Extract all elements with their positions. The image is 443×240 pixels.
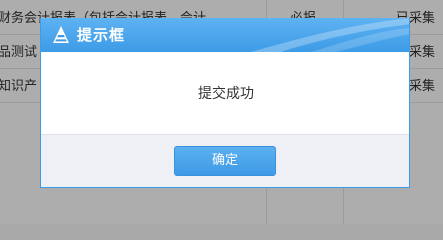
dialog-footer: 确定: [41, 134, 409, 187]
dialog-header: 提示框: [41, 18, 409, 52]
alert-dialog: 提示框 提交成功 确定: [40, 18, 410, 188]
dialog-message: 提交成功: [198, 86, 254, 102]
confirm-button[interactable]: 确定: [174, 146, 276, 176]
dialog-title: 提示框: [77, 26, 126, 44]
dialog-body: 提交成功: [41, 52, 409, 134]
header-decoration: [251, 18, 409, 52]
warning-cone-icon: [51, 25, 71, 45]
